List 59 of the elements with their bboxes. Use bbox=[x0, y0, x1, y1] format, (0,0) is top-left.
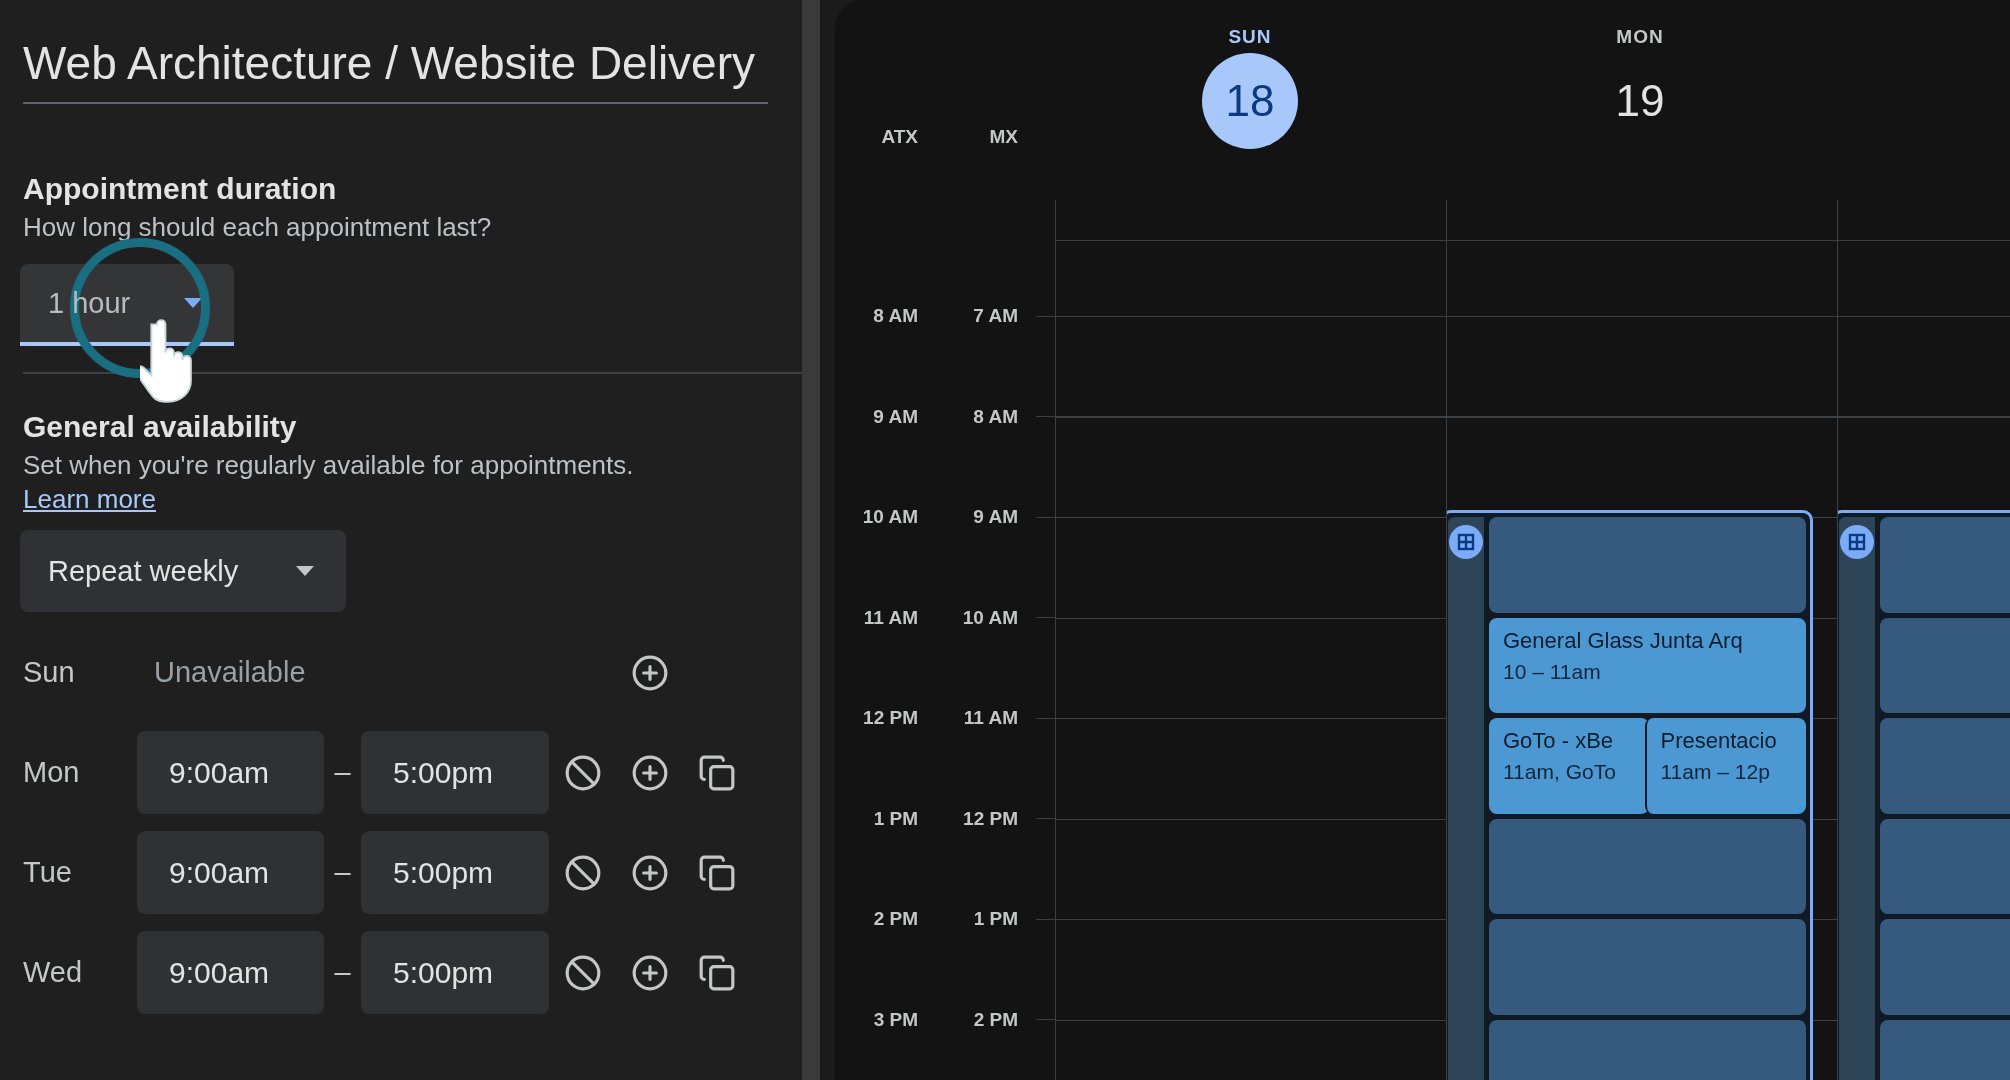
hour-label: 9 AM bbox=[972, 506, 1018, 529]
hour-label: 9 AM bbox=[872, 405, 918, 428]
day-label: Mon bbox=[23, 756, 81, 789]
end-time-field[interactable]: 5:00pm bbox=[361, 831, 549, 914]
start-time-field[interactable]: 9:00am bbox=[137, 931, 324, 1014]
range-dash: – bbox=[334, 856, 351, 889]
end-time-field[interactable]: 5:00pm bbox=[361, 931, 549, 1014]
hour-label: 11 AM bbox=[962, 707, 1018, 730]
date-button[interactable]: 18 bbox=[1202, 53, 1298, 149]
weekday-label: MON bbox=[1616, 26, 1664, 48]
section-heading: Appointment duration bbox=[23, 172, 338, 206]
event-title: GoTo - xBe bbox=[1503, 728, 1615, 754]
page-title: Web Architecture / Website Delivery bbox=[23, 36, 768, 104]
hour-label: 7 AM bbox=[972, 305, 1018, 328]
learn-more-link[interactable]: Learn more bbox=[23, 484, 156, 514]
section-hint: How long should each appointment last? bbox=[23, 211, 493, 244]
grid-icon bbox=[1840, 525, 1874, 559]
timezone-label: MX bbox=[988, 126, 1018, 148]
hour-label: 1 PM bbox=[872, 807, 918, 830]
dropdown-caret-icon bbox=[296, 566, 314, 576]
duration-dropdown[interactable]: 1 hour bbox=[20, 264, 234, 346]
timezone-label: ATX bbox=[880, 126, 918, 148]
hour-label: 12 PM bbox=[962, 807, 1018, 830]
day-label: Wed bbox=[23, 956, 84, 989]
hour-label: 12 PM bbox=[862, 707, 918, 730]
scrollbar[interactable] bbox=[802, 0, 820, 1080]
dropdown-caret-icon bbox=[184, 298, 202, 308]
hour-label: 1 PM bbox=[972, 908, 1018, 931]
calendar-event[interactable]: Presentacio 11am – 12p bbox=[1644, 718, 1806, 814]
event-time: 11am, GoTo bbox=[1503, 760, 1617, 784]
hour-label: 2 PM bbox=[972, 1008, 1018, 1031]
day-label: Sun bbox=[23, 656, 76, 689]
section-heading: General availability bbox=[23, 410, 298, 444]
hour-label: 11 AM bbox=[862, 606, 918, 629]
date-button[interactable]: 19 bbox=[1592, 53, 1688, 149]
event-time: 10 – 11am bbox=[1503, 659, 1602, 684]
hour-label: 10 AM bbox=[961, 606, 1018, 629]
hour-label: 10 AM bbox=[861, 506, 918, 529]
weekday-label: SUN bbox=[1228, 26, 1272, 48]
day-label: Tue bbox=[23, 856, 73, 889]
range-dash: – bbox=[334, 956, 351, 989]
hour-label: 8 AM bbox=[872, 305, 918, 328]
event-time: 11am – 12p bbox=[1660, 760, 1771, 784]
calendar-event[interactable]: GoTo - xBe 11am, GoTo bbox=[1489, 718, 1649, 814]
day-status: Unavailable bbox=[153, 656, 307, 689]
calendar-event[interactable]: General Glass Junta Arq 10 – 11am bbox=[1489, 617, 1806, 713]
start-time-field[interactable]: 9:00am bbox=[137, 831, 324, 914]
appointment-schedule-block[interactable]: General Glass Junta Arq 10 – 11am GoTo - xBe 11am, GoTo Presentacio 11am – 12p bbox=[1447, 510, 1813, 1080]
grid-icon bbox=[1449, 525, 1483, 559]
range-dash: – bbox=[334, 756, 351, 789]
event-title: Presentacio bbox=[1660, 728, 1778, 754]
hour-label: 8 AM bbox=[972, 405, 1018, 428]
section-description: Set when you're regularly available for appointments. Learn more bbox=[23, 449, 635, 516]
hour-label: 3 PM bbox=[872, 1008, 918, 1031]
end-time-field[interactable]: 5:00pm bbox=[361, 731, 549, 814]
event-title: General Glass Junta Arq bbox=[1503, 627, 1744, 654]
start-time-field[interactable]: 9:00am bbox=[137, 731, 324, 814]
hour-label: 2 PM bbox=[872, 908, 918, 931]
repeat-dropdown[interactable]: Repeat weekly bbox=[20, 530, 346, 612]
